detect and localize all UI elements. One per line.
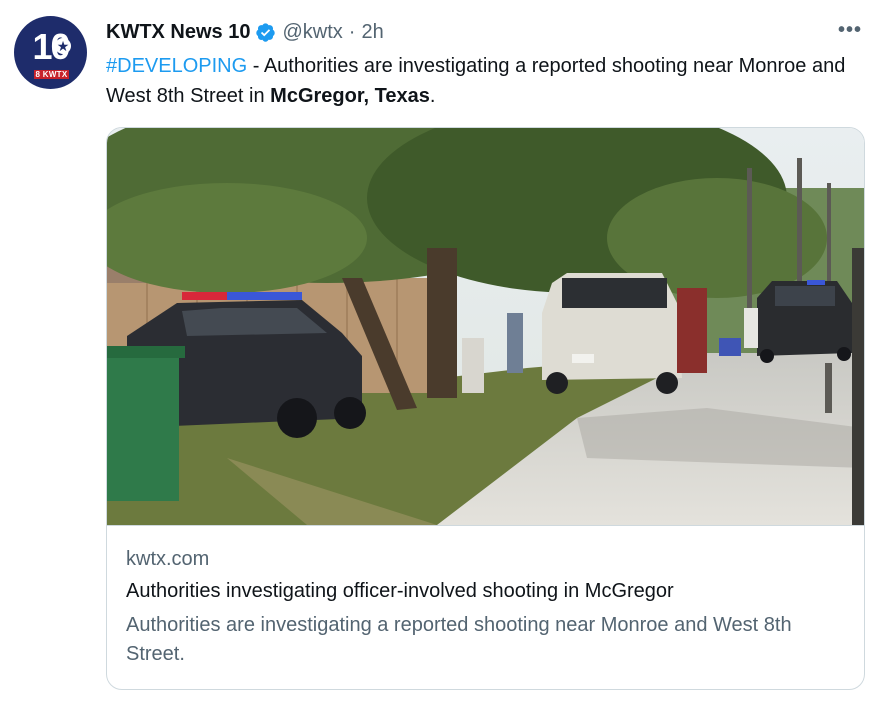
timestamp[interactable]: 2h <box>361 21 383 44</box>
separator-dot: · <box>348 20 356 43</box>
star-icon: ★ <box>55 38 71 54</box>
avatar-band: 8 KWTX <box>34 70 69 79</box>
hashtag-link[interactable]: #DEVELOPING <box>106 55 247 77</box>
tweet-header: KWTX News 10 @kwtx · 2h <box>106 19 384 45</box>
card-title: Authorities investigating officer-involv… <box>126 580 674 602</box>
avatar[interactable]: 10 ★ 8 KWTX <box>14 16 87 89</box>
tweet-text-part2: . <box>429 85 436 107</box>
card-image[interactable] <box>107 128 864 526</box>
author-handle[interactable]: @kwtx <box>282 21 342 44</box>
avatar-number: 10 <box>32 26 70 67</box>
verified-badge-icon <box>256 22 276 42</box>
link-card[interactable]: kwtx.com Authorities investigating offic… <box>106 127 865 690</box>
tweet-text-bold: McGregor, Texas <box>270 85 430 107</box>
card-domain: kwtx.com <box>126 548 210 570</box>
tweet-text: #DEVELOPING - Authorities are investigat… <box>106 51 846 111</box>
more-options-icon[interactable]: ••• <box>836 20 864 40</box>
author-name[interactable]: KWTX News 10 <box>106 21 250 44</box>
card-description: Authorities are investigating a reported… <box>126 614 792 665</box>
